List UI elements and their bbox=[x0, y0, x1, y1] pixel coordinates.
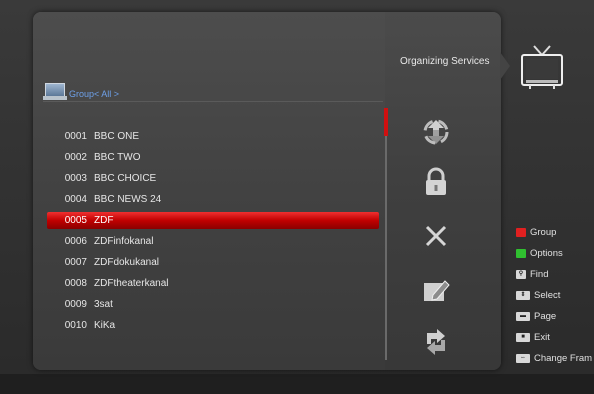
left-right-key-icon: ⇔ bbox=[516, 354, 530, 363]
channel-number: 0005 bbox=[64, 215, 87, 226]
channel-number: 0009 bbox=[64, 299, 87, 310]
channel-name: ZDFtheaterkanal bbox=[94, 278, 169, 289]
legend-label: Options bbox=[530, 248, 563, 259]
channel-row[interactable]: 0006 ZDFinfokanal bbox=[47, 231, 379, 252]
red-key-icon bbox=[516, 228, 526, 237]
channel-number: 0006 bbox=[64, 236, 87, 247]
title-arrow bbox=[500, 52, 510, 80]
scrollbar-thumb[interactable] bbox=[384, 108, 388, 136]
move-icon[interactable] bbox=[418, 116, 454, 148]
legend-label: Exit bbox=[534, 332, 550, 343]
channel-name: KiKa bbox=[94, 320, 116, 331]
channel-row[interactable]: 0009 3sat bbox=[47, 294, 379, 315]
key-legend: Group Options ⚲ Find ⇕ Select ▬ Page ■ E… bbox=[516, 222, 592, 369]
exit-key-icon: ■ bbox=[516, 333, 530, 342]
channel-list: 0001 BBC ONE 0002 BBC TWO 0003 BBC CHOICE 0… bbox=[47, 126, 379, 336]
channel-number: 0001 bbox=[64, 131, 87, 142]
tv-icon bbox=[516, 42, 568, 94]
bottom-band bbox=[0, 374, 594, 394]
channel-number: 0008 bbox=[64, 278, 87, 289]
lock-icon[interactable] bbox=[418, 166, 454, 198]
channel-name: 3sat bbox=[94, 299, 113, 310]
group-divider bbox=[43, 101, 383, 102]
channel-number: 0010 bbox=[64, 320, 87, 331]
channel-name: ZDFinfokanal bbox=[94, 236, 154, 247]
legend-find: ⚲ Find bbox=[516, 264, 592, 285]
legend-exit: ■ Exit bbox=[516, 327, 592, 348]
channel-row-selected[interactable]: 0005 ZDF bbox=[47, 212, 379, 229]
channel-row[interactable]: 0002 BBC TWO bbox=[47, 147, 379, 168]
page-key-icon: ▬ bbox=[516, 312, 530, 321]
channel-name: ZDFdokukanal bbox=[94, 257, 160, 268]
channel-number: 0003 bbox=[64, 173, 87, 184]
page-title: Organizing Services bbox=[400, 56, 490, 67]
channel-number: 0007 bbox=[64, 257, 87, 268]
swap-icon[interactable] bbox=[418, 326, 454, 358]
channel-number: 0004 bbox=[64, 194, 87, 205]
channel-name: BBC ONE bbox=[94, 131, 140, 142]
scrollbar[interactable] bbox=[385, 108, 387, 360]
channel-row[interactable]: 0004 BBC NEWS 24 bbox=[47, 189, 379, 210]
channel-name: BBC TWO bbox=[94, 152, 141, 163]
green-key-icon bbox=[516, 249, 526, 258]
rename-icon[interactable] bbox=[418, 274, 454, 306]
legend-change-frame: ⇔ Change Fram bbox=[516, 348, 592, 369]
legend-label: Change Fram bbox=[534, 353, 593, 364]
legend-label: Find bbox=[530, 269, 549, 280]
channel-row[interactable]: 0008 ZDFtheaterkanal bbox=[47, 273, 379, 294]
find-key-icon: ⚲ bbox=[516, 270, 526, 279]
legend-label: Group bbox=[530, 227, 557, 238]
legend-page: ▬ Page bbox=[516, 306, 592, 327]
group-label: Group< All > bbox=[69, 89, 120, 99]
channel-name: BBC CHOICE bbox=[94, 173, 157, 184]
channel-number: 0002 bbox=[64, 152, 87, 163]
legend-options: Options bbox=[516, 243, 592, 264]
legend-label: Page bbox=[534, 311, 557, 322]
channel-row[interactable]: 0010 KiKa bbox=[47, 315, 379, 336]
channel-row[interactable]: 0003 BBC CHOICE bbox=[47, 168, 379, 189]
up-down-key-icon: ⇕ bbox=[516, 291, 530, 300]
channel-name: BBC NEWS 24 bbox=[94, 194, 162, 205]
group-selector[interactable]: Group< All > bbox=[43, 80, 119, 102]
legend-label: Select bbox=[534, 290, 561, 301]
legend-select: ⇕ Select bbox=[516, 285, 592, 306]
legend-group: Group bbox=[516, 222, 592, 243]
delete-icon[interactable] bbox=[418, 220, 454, 252]
monitor-icon bbox=[43, 82, 67, 100]
channel-row[interactable]: 0001 BBC ONE bbox=[47, 126, 379, 147]
channel-row[interactable]: 0007 ZDFdokukanal bbox=[47, 252, 379, 273]
channel-name: ZDF bbox=[94, 215, 114, 226]
